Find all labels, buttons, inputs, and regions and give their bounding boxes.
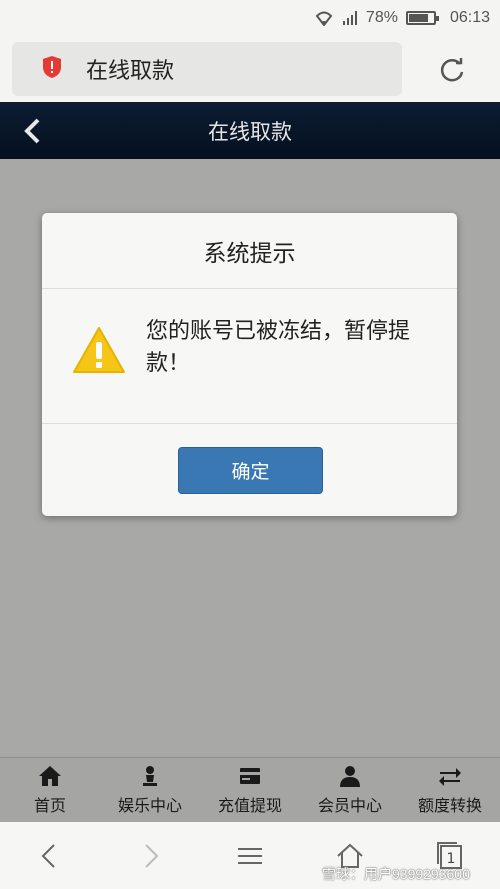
user-icon <box>338 764 362 788</box>
confirm-button[interactable]: 确定 <box>178 447 323 494</box>
battery-percent: 78% <box>365 9 398 26</box>
home-icon <box>38 764 62 788</box>
nav-label: 充值提现 <box>217 796 282 815</box>
page-title: 在线取款 <box>208 119 292 144</box>
bottom-nav: 首页 娱乐中心 充值提现 会员中心 额度转换 <box>0 757 500 822</box>
nav-item-member-center[interactable]: 会员中心 <box>300 758 400 822</box>
nav-item-transfer[interactable]: 额度转换 <box>400 758 500 822</box>
dialog-body: 您的账号已被冻结，暂停提款！ <box>42 290 457 424</box>
nav-item-home[interactable]: 首页 <box>0 758 100 822</box>
browser-forward-icon[interactable] <box>134 840 166 872</box>
refresh-icon[interactable] <box>438 56 466 84</box>
watermark: 雪球：用户9399293600 <box>322 866 470 882</box>
nav-item-deposit-withdraw[interactable]: 充值提现 <box>200 758 300 822</box>
battery-icon <box>405 11 439 25</box>
security-shield-icon <box>42 55 62 83</box>
alert-dialog: 系统提示 您的账号已被冻结，暂停提款！ 确定 <box>42 213 457 516</box>
transfer-icon <box>438 764 462 788</box>
app-header: 在线取款 <box>0 102 500 159</box>
signal-icon <box>342 10 358 26</box>
dialog-title: 系统提示 <box>42 213 457 289</box>
address-title: 在线取款 <box>86 59 175 84</box>
back-icon[interactable] <box>18 116 48 146</box>
wifi-icon <box>314 10 334 26</box>
nav-label: 娱乐中心 <box>117 796 182 815</box>
menu-icon[interactable] <box>234 840 266 872</box>
address-field[interactable]: 在线取款 <box>12 42 402 96</box>
chess-piece-icon <box>138 764 162 788</box>
nav-label: 首页 <box>33 796 66 815</box>
card-icon <box>238 764 262 788</box>
nav-label: 额度转换 <box>417 796 482 815</box>
nav-label: 会员中心 <box>317 796 382 815</box>
status-bar: 78% 06:13 <box>0 0 500 36</box>
browser-back-icon[interactable] <box>34 840 66 872</box>
nav-item-entertainment[interactable]: 娱乐中心 <box>100 758 200 822</box>
browser-address-bar: 在线取款 <box>0 36 500 102</box>
clock: 06:13 <box>449 9 490 26</box>
dialog-message: 您的账号已被冻结，暂停提款！ <box>146 319 411 376</box>
warning-icon <box>72 326 126 374</box>
